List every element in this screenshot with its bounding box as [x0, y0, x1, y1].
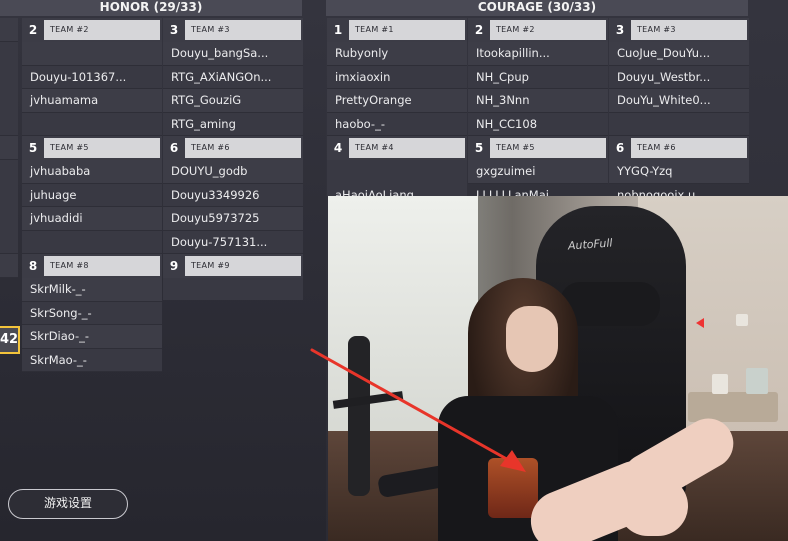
team-tag: TEAM #4: [349, 138, 465, 158]
player-slot[interactable]: SkrMao-_-: [22, 348, 162, 372]
mic-stand: [348, 336, 370, 496]
score-badge: 42: [0, 326, 20, 354]
team-tag: TEAM #2: [44, 20, 160, 40]
wall-outlet: [736, 314, 748, 326]
red-marker-icon: [696, 318, 704, 328]
courage-team-5: 5 TEAM #5 gxgzuimei: [468, 136, 608, 184]
player-slot[interactable]: NH_CC108: [468, 112, 608, 136]
team-tag: TEAM #3: [631, 20, 747, 40]
player-slot[interactable]: jvhuamama: [22, 89, 162, 113]
player-slot[interactable]: NH_3Nnn: [468, 89, 608, 113]
player-slot[interactable]: Douyu-101367...: [22, 65, 162, 89]
player-slot[interactable]: Douyu_bangSa...: [163, 42, 303, 66]
shirt-print: [488, 458, 538, 518]
team-number: 2: [28, 23, 38, 37]
team-number: 6: [615, 141, 625, 155]
courage-team-6: 6 TEAM #6 YYGQ-Yzq: [609, 136, 749, 184]
honor-team1-row: [0, 42, 18, 136]
honor-team-6: 6 TEAM #6 DOUYU_godb Douyu3349926 Douyu5…: [163, 136, 303, 254]
player-slot[interactable]: juhuage: [22, 183, 162, 207]
team-number: 5: [474, 141, 484, 155]
player-slot[interactable]: Douyu_Westbr...: [609, 65, 749, 89]
player-slot[interactable]: gxgzuimei: [468, 160, 608, 184]
player-slot[interactable]: PrettyOrange: [327, 89, 467, 113]
honor-team7-strip: [0, 254, 18, 278]
team-tag: TEAM #5: [490, 138, 606, 158]
team-number: 5: [28, 141, 38, 155]
team-tag: TEAM #5: [44, 138, 160, 158]
shelf: [688, 392, 778, 422]
player-slot[interactable]: Itookapillin...: [468, 42, 608, 66]
player-slot[interactable]: imxiaoxin: [327, 65, 467, 89]
honor-team-3: 3 TEAM #3 Douyu_bangSa... RTG_AXiANGOn..…: [163, 18, 303, 136]
player-slot[interactable]: jvhuababa: [22, 160, 162, 184]
streamer-foot: [618, 476, 688, 536]
player-slot[interactable]: [609, 112, 749, 136]
honor-team4-row: [0, 160, 18, 254]
honor-team4-strip: [0, 136, 18, 160]
team-tag: TEAM #8: [44, 256, 160, 276]
player-slot[interactable]: jvhuadidi: [22, 207, 162, 231]
player-slot[interactable]: RTG_aming: [163, 112, 303, 136]
empty-slot: [163, 278, 303, 300]
player-slot[interactable]: RTG_GouziG: [163, 89, 303, 113]
courage-header: COURAGE (30/33): [326, 0, 748, 16]
team-number: 8: [28, 259, 38, 273]
player-slot[interactable]: NH_Cpup: [468, 65, 608, 89]
player-slot[interactable]: Douyu3349926: [163, 183, 303, 207]
shelf-item: [712, 374, 728, 394]
honor-team-8: 8 TEAM #8 SkrMilk-_- SkrSong-_- SkrDiao-…: [22, 254, 162, 372]
team-number: 3: [169, 23, 179, 37]
player-slot[interactable]: Douyu5973725: [163, 207, 303, 231]
team-tag: TEAM #6: [631, 138, 747, 158]
player-slot[interactable]: CuoJue_DouYu...: [609, 42, 749, 66]
player-slot[interactable]: SkrDiao-_-: [22, 325, 162, 349]
team-number: 3: [615, 23, 625, 37]
player-slot[interactable]: Douyu-757131...: [163, 230, 303, 254]
player-slot[interactable]: [22, 230, 162, 254]
player-slot[interactable]: SkrSong-_-: [22, 301, 162, 325]
courage-team-1: 1 TEAM #1 Rubyonly imxiaoxin PrettyOrang…: [327, 18, 467, 136]
streamer-face: [506, 306, 558, 372]
player-slot[interactable]: [22, 42, 162, 66]
player-slot[interactable]: YYGQ-Yzq: [609, 160, 749, 184]
player-slot[interactable]: DOUYU_godb: [163, 160, 303, 184]
honor-team-2: 2 TEAM #2 Douyu-101367... jvhuamama: [22, 18, 162, 136]
player-slot[interactable]: DouYu_White0...: [609, 89, 749, 113]
shelf-item: [746, 368, 768, 394]
player-slot[interactable]: RTG_AXiANGOn...: [163, 65, 303, 89]
team-tag: TEAM #1: [349, 20, 465, 40]
team-number: 2: [474, 23, 484, 37]
game-settings-button[interactable]: 游戏设置: [8, 489, 128, 519]
player-slot[interactable]: SkrMilk-_-: [22, 278, 162, 302]
team-number: 6: [169, 141, 179, 155]
player-slot[interactable]: haobo-_-: [327, 112, 467, 136]
team-number: 4: [333, 141, 343, 155]
courage-team-2: 2 TEAM #2 Itookapillin... NH_Cpup NH_3Nn…: [468, 18, 608, 136]
team-tag: TEAM #6: [185, 138, 301, 158]
team-tag: TEAM #3: [185, 20, 301, 40]
player-slot[interactable]: [22, 112, 162, 136]
honor-team-9: 9 TEAM #9: [163, 254, 303, 300]
courage-team-3: 3 TEAM #3 CuoJue_DouYu... Douyu_Westbr..…: [609, 18, 749, 136]
team-number: 1: [333, 23, 343, 37]
webcam-feed: AutoFull: [328, 196, 788, 541]
player-slot[interactable]: Rubyonly: [327, 42, 467, 66]
team-tag: TEAM #2: [490, 20, 606, 40]
honor-header: HONOR (29/33): [0, 0, 302, 16]
team-tag: TEAM #9: [185, 256, 301, 276]
honor-team-5: 5 TEAM #5 jvhuababa juhuage jvhuadidi: [22, 136, 162, 254]
team-number: 9: [169, 259, 179, 273]
honor-team1-strip: [0, 18, 18, 42]
